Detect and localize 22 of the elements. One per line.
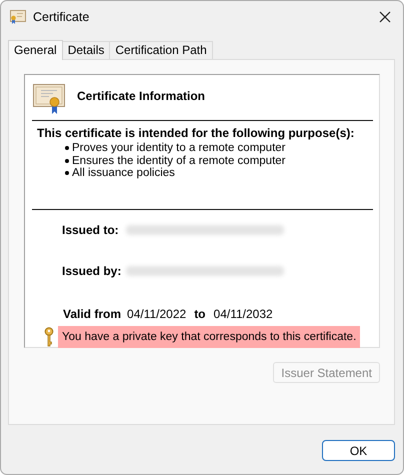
purpose-item: Proves your identity to a remote computer [72, 142, 286, 154]
section-heading: Certificate Information [77, 89, 206, 103]
close-icon[interactable] [379, 10, 391, 22]
bullet-icon [65, 171, 69, 176]
purpose-item: All issuance policies [72, 167, 175, 180]
tab[interactable]: Certification Path [109, 41, 213, 59]
date-value: 04/11/2032 [214, 306, 273, 320]
field-label: Valid from [63, 306, 122, 320]
ok-button[interactable]: OK [322, 440, 395, 461]
bullet-icon [65, 158, 69, 163]
field-label: Issued to: [62, 222, 120, 236]
bullet-icon [65, 146, 69, 150]
private-key-note: You have a private key that corresponds to this certificate. [58, 326, 360, 348]
purpose-heading: This certificate is intended for the following purpose(s): [37, 126, 356, 140]
field-label: to [194, 306, 206, 320]
certificate-icon [33, 84, 66, 114]
field-label: Issued by: [62, 264, 122, 278]
purpose-item: Ensures the identity of a remote computer [72, 154, 286, 167]
certificate-icon [10, 10, 26, 24]
window-title: Certificate [33, 10, 90, 24]
date-value: 04/11/2022 [127, 306, 186, 320]
tab[interactable]: General [8, 40, 63, 60]
